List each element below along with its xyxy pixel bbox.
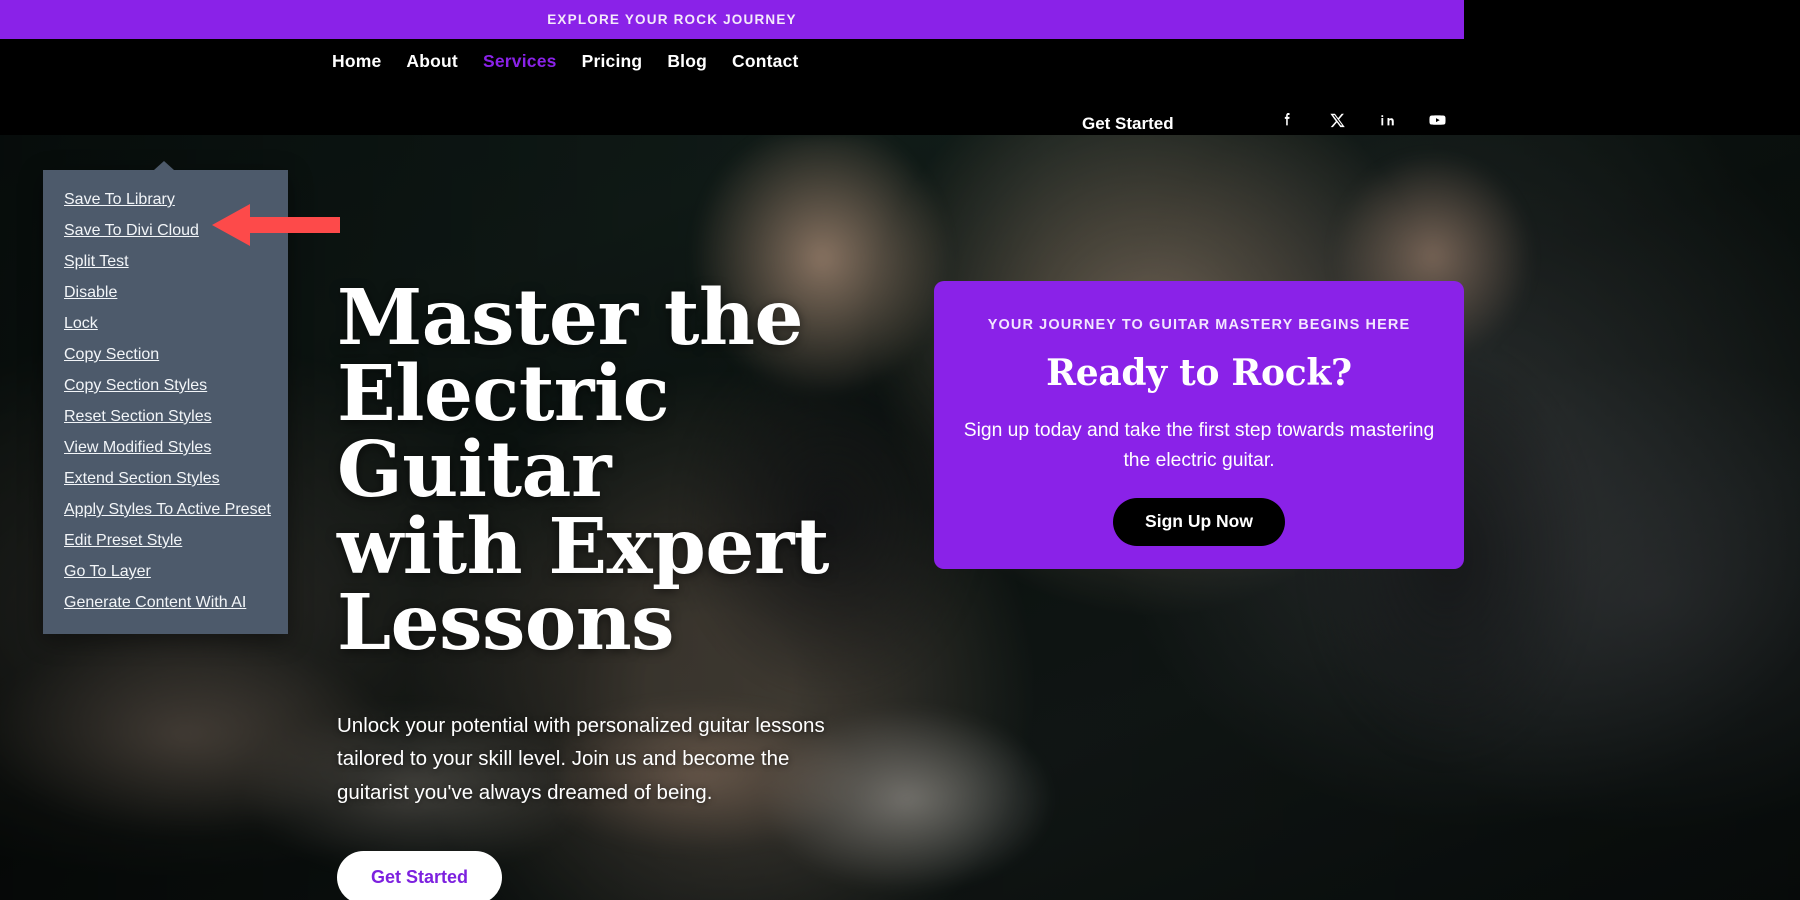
menu-item-lock[interactable]: Lock [43,308,288,339]
menu-item-apply-styles-to-active-preset[interactable]: Apply Styles To Active Preset [43,494,288,525]
menu-item-disable[interactable]: Disable [43,277,288,308]
cta-card: YOUR JOURNEY TO GUITAR MASTERY BEGINS HE… [934,281,1464,569]
nav-item-contact[interactable]: Contact [732,51,799,72]
site-header: Home About Services Pricing Blog Contact… [0,39,1800,135]
divi-section-context-menu: Save To Library Save To Divi Cloud Split… [43,161,288,634]
menu-item-split-test[interactable]: Split Test [43,246,288,277]
menu-item-reset-section-styles[interactable]: Reset Section Styles [43,401,288,432]
x-twitter-icon[interactable] [1326,109,1348,131]
page-title: Master the Electric Guitar with Expert L… [337,280,867,662]
menu-item-save-to-divi-cloud[interactable]: Save To Divi Cloud [43,215,288,246]
youtube-icon[interactable] [1426,109,1448,131]
menu-item-copy-section[interactable]: Copy Section [43,339,288,370]
nav-item-services[interactable]: Services [483,51,557,72]
menu-item-view-modified-styles[interactable]: View Modified Styles [43,432,288,463]
announcement-text: EXPLORE YOUR ROCK JOURNEY [547,12,797,27]
menu-item-go-to-layer[interactable]: Go To Layer [43,556,288,587]
sign-up-now-button[interactable]: Sign Up Now [1113,497,1285,546]
menu-item-generate-content-with-ai[interactable]: Generate Content With AI [43,587,288,618]
hero-get-started-button[interactable]: Get Started [337,850,503,900]
linkedin-icon[interactable] [1376,109,1398,131]
hero-title-line-2: Electric Guitar [337,349,670,516]
menu-item-edit-preset-style[interactable]: Edit Preset Style [43,525,288,556]
hero-copy-block: Master the Electric Guitar with Expert L… [337,280,867,900]
menu-item-extend-section-styles[interactable]: Extend Section Styles [43,463,288,494]
page-root: Master the Electric Guitar with Expert L… [0,0,1800,900]
social-links [1276,109,1448,131]
hero-paragraph: Unlock your potential with personalized … [337,714,825,804]
context-menu-pointer [154,161,174,170]
cta-subtitle: Sign up today and take the first step to… [963,420,1435,471]
menu-item-copy-section-styles[interactable]: Copy Section Styles [43,370,288,401]
hero-title-line-4: Lessons [337,577,675,668]
cta-title: Ready to Rock? [1046,352,1352,394]
nav-item-home[interactable]: Home [332,51,381,72]
nav-item-blog[interactable]: Blog [667,51,707,72]
nav-item-about[interactable]: About [406,51,458,72]
main-navigation: Home About Services Pricing Blog Contact [332,51,799,72]
topbar-filler [1464,0,1800,39]
header-get-started-link[interactable]: Get Started [1082,114,1174,134]
menu-item-save-to-library[interactable]: Save To Library [43,184,288,215]
announcement-bar: EXPLORE YOUR ROCK JOURNEY [0,0,1464,39]
facebook-icon[interactable] [1276,109,1298,131]
cta-eyebrow-text: YOUR JOURNEY TO GUITAR MASTERY BEGINS HE… [987,317,1411,333]
nav-item-pricing[interactable]: Pricing [582,51,643,72]
